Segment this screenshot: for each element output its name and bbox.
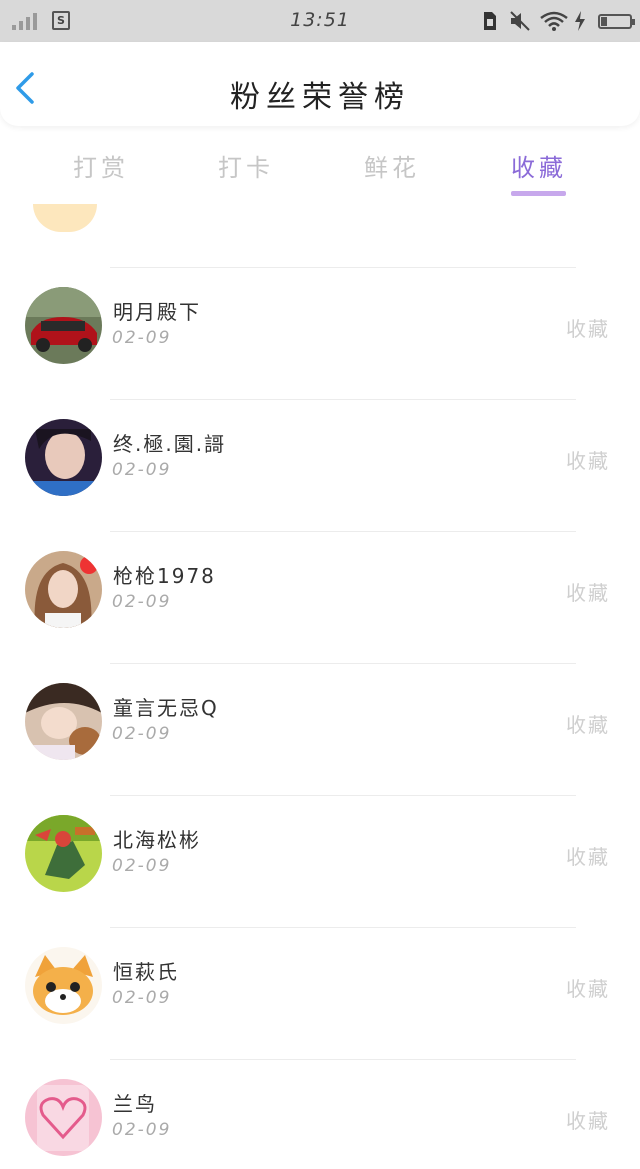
fan-date: 02-09 [112, 724, 172, 744]
tab-favorites[interactable]: 收藏 [499, 148, 579, 183]
favorite-action: 收藏 [566, 713, 610, 737]
car-avatar-image [25, 287, 102, 364]
tab-flowers[interactable]: 鲜花 [352, 148, 432, 183]
favorite-action: 收藏 [566, 581, 610, 605]
fan-date: 02-09 [112, 328, 172, 348]
fan-date: 02-09 [112, 988, 172, 1008]
fan-row[interactable]: 兰鸟 02-09 收藏 [0, 1060, 640, 1169]
fan-row[interactable]: 终.極.園.謌 02-09 收藏 [0, 400, 640, 532]
favorite-action: 收藏 [566, 845, 610, 869]
fan-name: 恒萩氏 [113, 960, 179, 984]
favorite-action: 收藏 [566, 317, 610, 341]
fan-row[interactable]: 枪枪1978 02-09 收藏 [0, 532, 640, 664]
avatar [25, 419, 102, 496]
fan-row[interactable]: 北海松彬 02-09 收藏 [0, 796, 640, 928]
child-avatar-image [25, 683, 102, 760]
tab-tips[interactable]: 打赏 [61, 148, 141, 183]
page-title: 粉丝荣誉榜 [230, 80, 410, 115]
fan-name: 兰鸟 [113, 1092, 157, 1116]
avatar [25, 1079, 102, 1156]
mute-icon [510, 11, 530, 31]
dog-avatar-image [25, 947, 102, 1024]
sim-card-icon [484, 12, 496, 30]
fan-row[interactable]: 恒萩氏 02-09 收藏 [0, 928, 640, 1060]
fan-name: 明月殿下 [113, 300, 201, 324]
avatar [33, 204, 97, 232]
fan-date: 02-09 [112, 592, 172, 612]
tab-bar: 打赏 打卡 鲜花 收藏 [0, 140, 640, 200]
charging-icon [575, 11, 585, 31]
battery-icon [598, 14, 635, 29]
cartoon-avatar-image [25, 815, 102, 892]
favorite-action: 收藏 [566, 1109, 610, 1133]
woman-avatar-image [25, 551, 102, 628]
fan-name: 枪枪1978 [113, 564, 216, 588]
fan-name: 童言无忌Q [113, 696, 219, 720]
avatar [25, 551, 102, 628]
fan-row[interactable]: 明月殿下 02-09 收藏 [0, 268, 640, 400]
active-tab-indicator [511, 191, 566, 196]
fan-name: 终.極.園.謌 [113, 432, 227, 456]
fan-name: 北海松彬 [113, 828, 201, 852]
avatar [25, 287, 102, 364]
header: 粉丝荣誉榜 [0, 42, 640, 126]
favorite-action: 收藏 [566, 449, 610, 473]
status-icons [482, 10, 635, 32]
fan-date: 02-09 [112, 856, 172, 876]
avatar [25, 947, 102, 1024]
fan-row[interactable]: 童言无忌Q 02-09 收藏 [0, 664, 640, 796]
status-bar: S 13:51 [0, 0, 640, 42]
girl-avatar-image [25, 419, 102, 496]
fan-date: 02-09 [112, 1120, 172, 1140]
heart-avatar-image [25, 1079, 102, 1156]
avatar [25, 815, 102, 892]
favorite-action: 收藏 [566, 977, 610, 1001]
avatar [25, 683, 102, 760]
wifi-icon [540, 11, 568, 31]
fan-date: 02-09 [112, 460, 172, 480]
tab-checkin[interactable]: 打卡 [206, 148, 286, 183]
